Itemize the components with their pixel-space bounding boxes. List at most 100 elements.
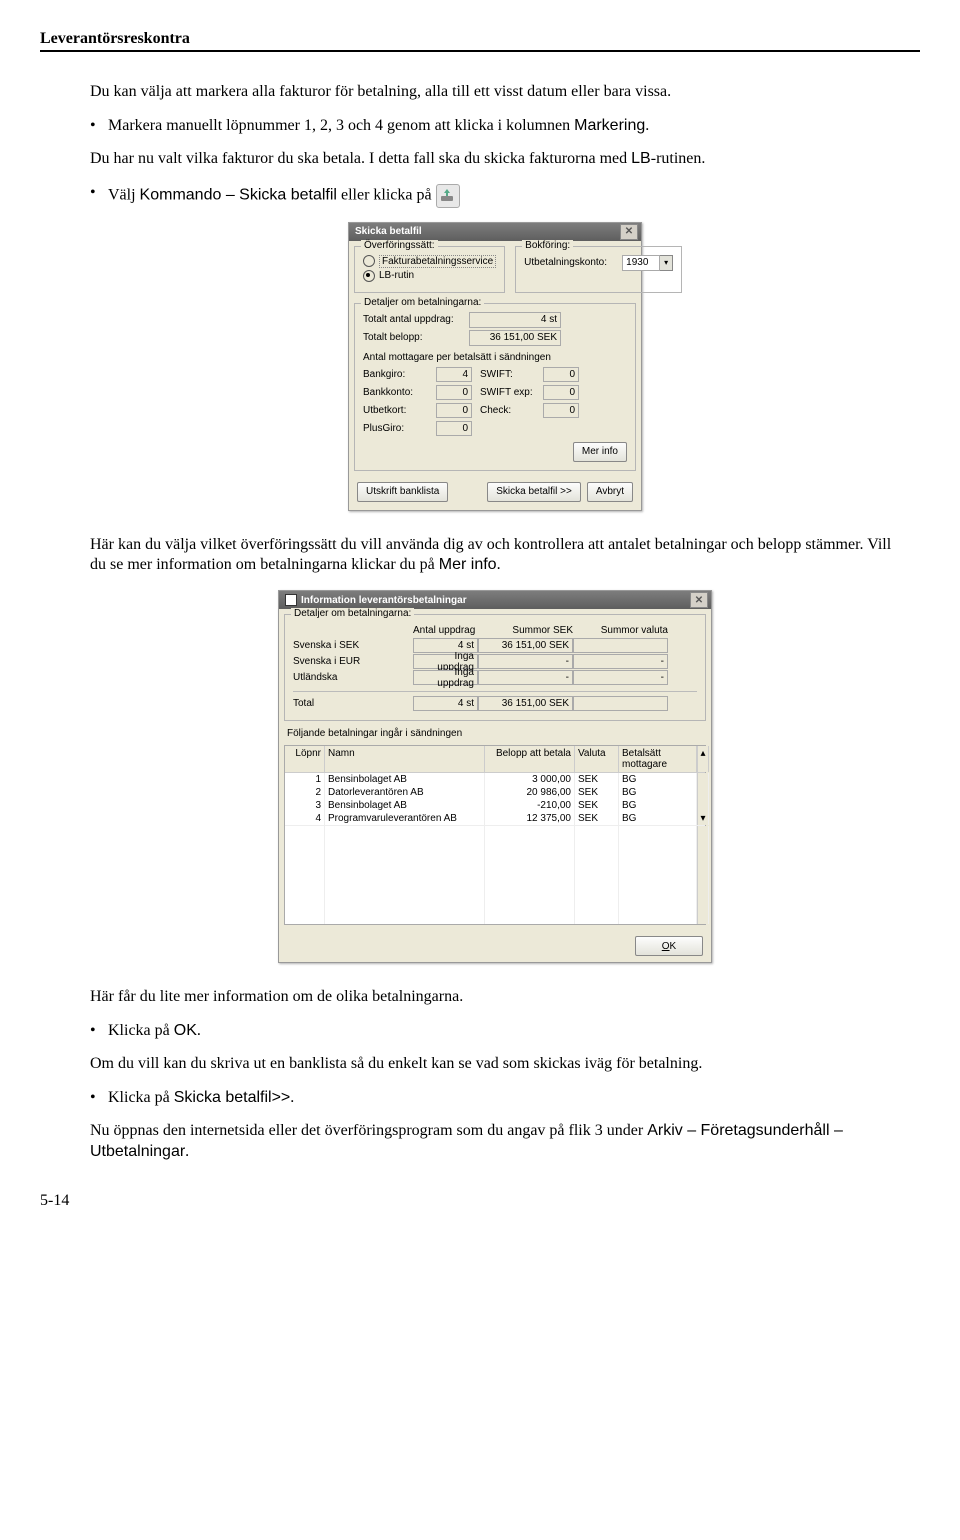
scroll-up-icon[interactable]: ▴ [697,746,709,772]
ui-term: Kommando – Skicka betalfil [140,186,337,203]
cell-value: 36 151,00 SEK [478,696,573,711]
cell: BG [619,773,697,786]
page-header: Leverantörsreskontra [40,30,920,52]
cell: 20 986,00 [485,786,575,799]
column-header: Betalsätt mottagare [619,746,697,772]
cell: SEK [575,786,619,799]
cell-value: 36 151,00 SEK [478,638,573,653]
scrollbar[interactable] [697,786,709,799]
paragraph: Om du vill kan du skriva ut en banklista… [90,1054,900,1075]
total-antal-value: 4 st [469,312,561,328]
table-row[interactable]: 2 Datorleverantören AB 20 986,00 SEK BG [285,786,705,799]
text: Du har nu valt vilka fakturor du ska bet… [90,150,631,167]
field-label: Totalt belopp: [363,332,465,343]
cell: 3 [285,799,325,812]
row-label: Total [293,698,413,709]
cell: SEK [575,812,619,825]
scrollbar[interactable] [697,826,709,924]
close-icon[interactable]: ✕ [620,224,638,240]
text: Klicka på [108,1089,174,1106]
swiftexp-value: 0 [543,385,579,400]
cell: SEK [575,773,619,786]
summary-row: Utländska Inga uppdrag - - [293,670,697,685]
utbetalningskonto-select[interactable]: 1930 ▾ [622,255,673,271]
table-row[interactable]: 3 Bensinbolaget AB -210,00 SEK BG [285,799,705,812]
text: Klicka på [108,1022,174,1039]
avbryt-button[interactable]: Avbryt [587,482,633,502]
skicka-betalfil-button[interactable]: Skicka betalfil >> [487,482,581,502]
text: . [185,1143,189,1160]
swift-value: 0 [543,367,579,382]
row-label: Svenska i SEK [293,640,413,651]
radio-fakturabetalningsservice[interactable]: Fakturabetalningsservice [363,255,496,268]
scroll-down-icon[interactable]: ▾ [697,812,709,825]
column-header: Summor valuta [573,625,668,636]
ok-button[interactable]: OK [635,936,703,956]
column-header: Löpnr [285,746,325,772]
text: -rutinen. [651,150,706,167]
scrollbar[interactable] [697,799,709,812]
cell-value [573,638,668,653]
radio-lb-rutin[interactable]: LB-rutin [363,270,496,282]
text: Välj [108,186,140,203]
dialog-title: Skicka betalfil [355,226,422,237]
group-label: Överföringssätt: [361,240,438,251]
column-header: Summor SEK [478,625,573,636]
cell: 3 000,00 [485,773,575,786]
utskrift-banklista-button[interactable]: Utskrift banklista [357,482,448,502]
field-label: Utbetkort: [363,405,428,416]
paragraph: Du kan välja att markera alla fakturor f… [90,82,900,103]
radio-icon [363,270,375,282]
subheading: Följande betalningar ingår i sändningen [279,726,711,741]
window-icon [285,594,297,606]
cell-value: - [478,654,573,669]
field-label: Utbetalningskonto: [524,257,618,268]
table-row[interactable]: 4 Programvaruleverantören AB 12 375,00 S… [285,812,705,825]
bankkonto-value: 0 [436,385,472,400]
cell: -210,00 [485,799,575,812]
group-label: Detaljer om betalningarna: [291,608,414,619]
send-file-icon [436,184,460,208]
group-label: Detaljer om betalningarna: [361,297,484,308]
text: Markera manuellt löpnummer 1, 2, 3 och 4… [108,117,574,134]
cell: 2 [285,786,325,799]
page-number: 5-14 [40,1192,920,1210]
close-icon[interactable]: ✕ [690,592,708,608]
cell: BG [619,812,697,825]
paragraph: Nu öppnas den internetsida eller det öve… [90,1121,900,1163]
cell: BG [619,799,697,812]
radio-icon [363,255,375,267]
radio-label: Fakturabetalningsservice [379,255,496,268]
bullet-item: Klicka på Skicka betalfil>>. [90,1089,900,1107]
cell: Bensinbolaget AB [325,773,485,786]
cell: SEK [575,799,619,812]
cell: 4 [285,812,325,825]
summary-row: Svenska i SEK 4 st 36 151,00 SEK [293,638,697,653]
summary-row: Svenska i EUR Inga uppdrag - - [293,654,697,669]
table-row[interactable]: 1 Bensinbolaget AB 3 000,00 SEK BG [285,773,705,786]
text: . [645,117,649,134]
cell-value: - [573,670,668,685]
field-label: SWIFT: [480,369,535,380]
plusgiro-value: 0 [436,421,472,436]
text: . [290,1089,294,1106]
ui-term: OK [174,1022,197,1039]
field-label: Check: [480,405,535,416]
cell: BG [619,786,697,799]
scrollbar[interactable] [697,773,709,786]
field-label: Bankgiro: [363,369,428,380]
cell: Datorleverantören AB [325,786,485,799]
ui-term: LB [631,150,651,167]
table-header: Löpnr Namn Belopp att betala Valuta Beta… [285,746,705,773]
dialog-titlebar: Skicka betalfil ✕ [349,223,641,241]
subheading: Antal mottagare per betalsätt i sändning… [363,352,627,363]
group-label: Bokföring: [522,240,573,251]
cell-value: Inga uppdrag [413,670,478,685]
cell-value [573,696,668,711]
cell: Bensinbolaget AB [325,799,485,812]
row-label: Utländska [293,672,413,683]
field-label: SWIFT exp: [480,387,535,398]
ui-term: Skicka betalfil>> [174,1089,291,1106]
mer-info-button[interactable]: Mer info [573,442,627,462]
column-header: Valuta [575,746,619,772]
